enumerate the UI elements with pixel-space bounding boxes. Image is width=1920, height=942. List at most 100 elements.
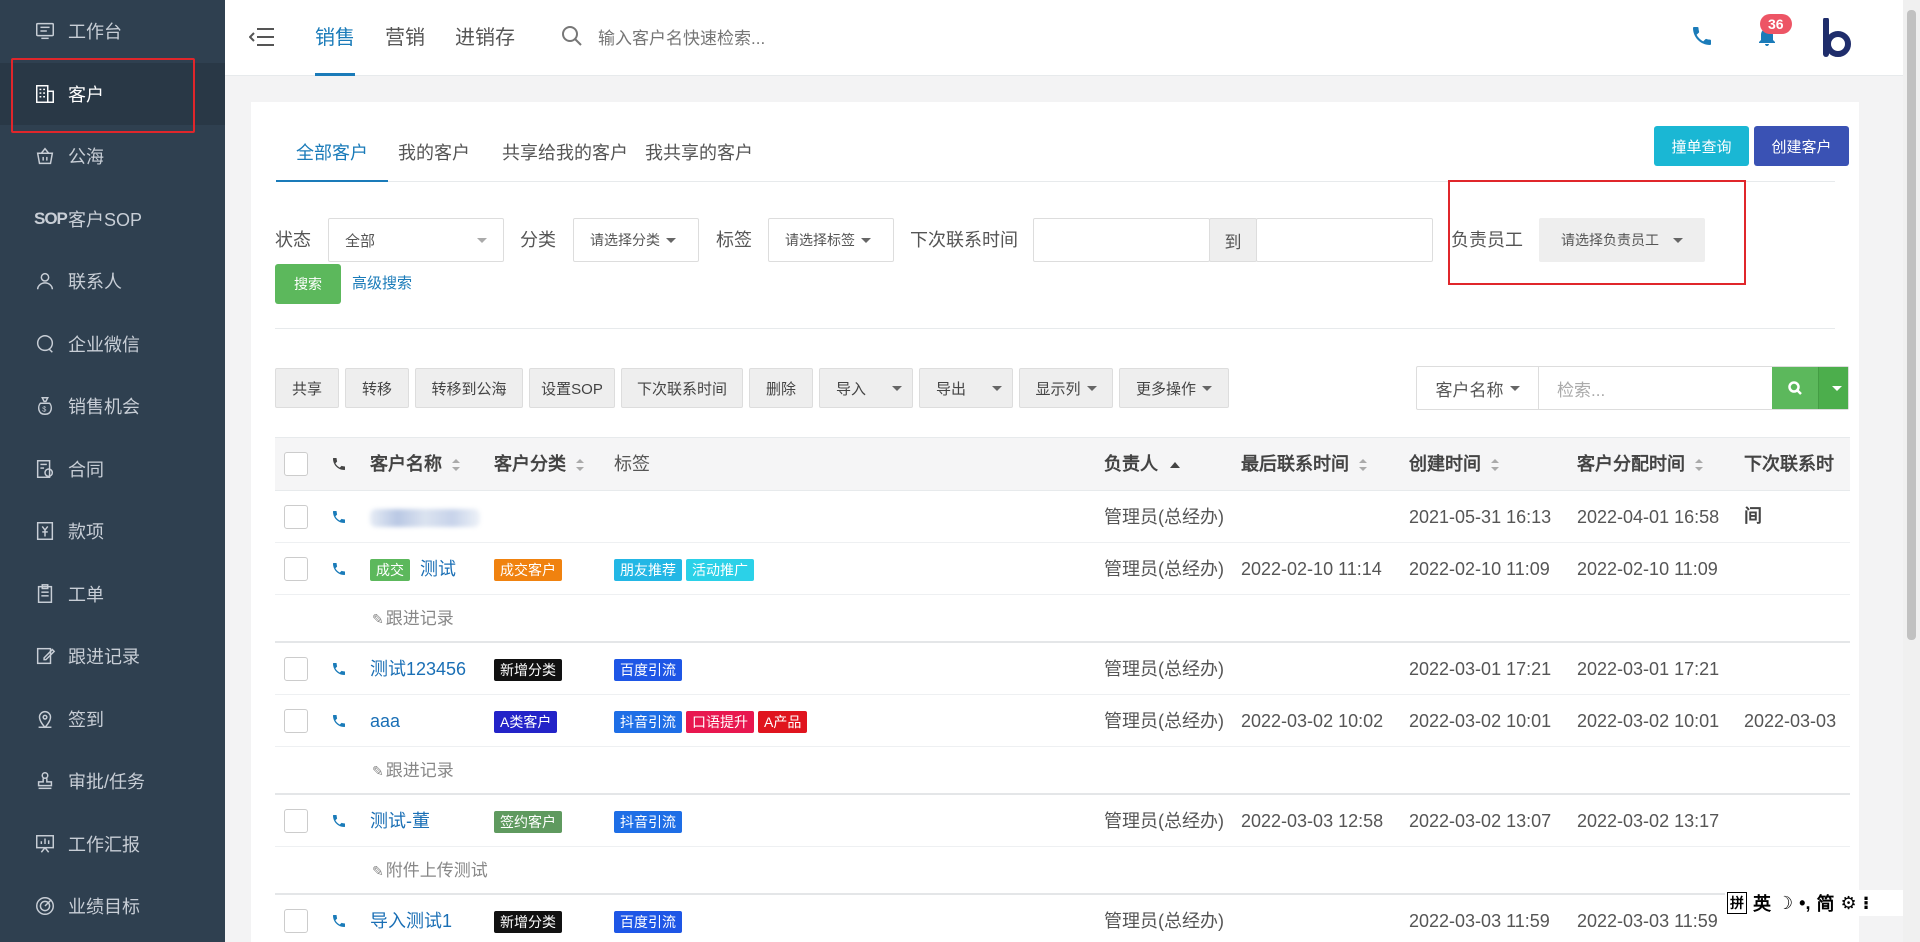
sidebar-item[interactable]: 工单 [0, 563, 225, 626]
sidebar-item[interactable]: 公海 [0, 125, 225, 188]
status-select[interactable]: 全部 [328, 218, 504, 262]
set-sop-button[interactable]: 设置SOP [529, 368, 615, 408]
ime-item[interactable]: 英 [1753, 890, 1771, 916]
import-button[interactable]: 导入 [819, 368, 913, 408]
phone-icon[interactable] [331, 713, 347, 729]
row-checkbox[interactable] [284, 557, 308, 581]
phone-icon[interactable] [331, 561, 347, 577]
follow-up-text[interactable]: ✎ 附件上传测试 [372, 847, 488, 895]
ime-item[interactable]: 拼 [1727, 892, 1747, 914]
row-checkbox[interactable] [284, 505, 308, 529]
more-actions-button[interactable]: 更多操作 [1119, 368, 1229, 408]
col-owner[interactable]: 负责人 [1104, 438, 1180, 490]
punctuation-icon[interactable]: •, [1799, 893, 1810, 914]
next-contact-start-input[interactable] [1033, 218, 1210, 262]
sidebar-item[interactable]: 签到 [0, 688, 225, 751]
phone-icon[interactable] [1690, 24, 1714, 53]
col-created[interactable]: 创建时间 [1409, 438, 1499, 490]
table-row[interactable]: 测试-董 签约客户 抖音引流 管理员(总经办) 2022-03-03 12:58 2022… [275, 795, 1850, 847]
top-tab-sales[interactable]: 销售 [315, 0, 355, 76]
tag-select[interactable]: 请选择标签 [768, 218, 894, 262]
top-search [560, 24, 898, 53]
search-field-select[interactable]: 客户名称 [1417, 367, 1539, 409]
move-to-pool-button[interactable]: 转移到公海 [415, 368, 523, 408]
sidebar-item[interactable]: $ 销售机会 [0, 375, 225, 438]
phone-icon[interactable] [331, 509, 347, 525]
gear-icon[interactable]: ⚙ [1840, 893, 1856, 914]
export-button[interactable]: 导出 [919, 368, 1013, 408]
table-row[interactable]: aaa A类客户 抖音引流 口语提升 A产品 管理员(总经办) 2022-03-02 10:… [275, 695, 1850, 747]
more-icon[interactable]: ⁝ [1863, 893, 1870, 914]
transfer-button[interactable]: 转移 [345, 368, 409, 408]
top-tab-marketing[interactable]: 营销 [385, 0, 425, 76]
phone-icon[interactable] [331, 913, 347, 929]
tab-all-customers[interactable]: 全部客户 [276, 128, 388, 182]
table-row[interactable]: 导入测试1 新增分类 百度引流 管理员(总经办) 2022-03-03 11:59 202… [275, 895, 1850, 942]
customer-name-link[interactable]: aaa [370, 711, 400, 731]
tab-my-customers[interactable]: 我的客户 [398, 128, 470, 182]
sidebar-item[interactable]: 联系人 [0, 250, 225, 313]
row-checkbox[interactable] [284, 709, 308, 733]
search-button[interactable]: 搜索 [275, 264, 341, 304]
search-options-dropdown[interactable] [1818, 367, 1848, 409]
sidebar-item[interactable]: 工作台 [0, 0, 225, 63]
col-customer-name[interactable]: 客户名称 [370, 438, 460, 490]
tab-shared-by-me[interactable]: 我共享的客户 [645, 128, 753, 182]
top-search-input[interactable] [598, 28, 898, 49]
customer-name-link[interactable]: 测试 [420, 559, 456, 579]
follow-up-row: ✎ 附件上传测试 [275, 847, 1850, 895]
category-select[interactable]: 请选择分类 [573, 218, 699, 262]
advanced-search-link[interactable]: 高级搜索 [352, 272, 412, 293]
sidebar-item-label: 合同 [68, 459, 104, 480]
customer-name-link[interactable]: 测试-董 [370, 811, 430, 831]
customer-name-link[interactable]: 测试123456 [370, 659, 466, 679]
table-search-input[interactable]: 检索... [1539, 367, 1772, 409]
sort-icon [576, 459, 584, 472]
next-contact-button[interactable]: 下次联系时间 [621, 368, 743, 408]
create-customer-button[interactable]: 创建客户 [1754, 126, 1849, 166]
select-all-checkbox[interactable] [284, 452, 308, 476]
row-checkbox[interactable] [284, 809, 308, 833]
tag-badge: 朋友推荐 [614, 559, 682, 582]
menu-toggle-icon[interactable] [248, 26, 275, 48]
table-header: 客户名称 客户分类 标签 负责人 最后联系时间 创建时间 客户分配时间 下次联系… [275, 437, 1850, 526]
ime-item[interactable]: 简 [1816, 890, 1834, 916]
sidebar-item[interactable]: 企业微信 [0, 313, 225, 376]
moon-icon[interactable]: ☽ [1777, 893, 1793, 914]
tab-shared-to-me[interactable]: 共享给我的客户 [502, 128, 628, 182]
table-row[interactable]: 管理员(总经办) 2021-05-31 16:13 2022-04-01 16:58 [275, 491, 1850, 543]
phone-icon[interactable] [331, 661, 347, 677]
sidebar-item[interactable]: 客户 [0, 62, 225, 125]
sidebar-item[interactable]: 业绩目标 [0, 875, 225, 938]
phone-icon[interactable] [331, 813, 347, 829]
owner-select[interactable]: 请选择负责员工 [1539, 218, 1705, 262]
table-search-button[interactable] [1772, 367, 1818, 409]
col-assigned[interactable]: 客户分配时间 [1577, 438, 1703, 490]
chevron-down-icon [1673, 237, 1683, 243]
follow-up-text[interactable]: ✎ 跟进记录 [372, 747, 454, 795]
page-scrollbar[interactable] [1903, 0, 1920, 942]
ime-toolbar[interactable]: 拼 英 ☽ •, 简 ⚙ ⁝ [1725, 890, 1903, 916]
sidebar-item[interactable]: SOP 客户SOP [0, 188, 225, 251]
sidebar-item[interactable]: 跟进记录 [0, 625, 225, 688]
col-category[interactable]: 客户分类 [494, 438, 584, 490]
row-checkbox[interactable] [284, 657, 308, 681]
delete-button[interactable]: 删除 [749, 368, 813, 408]
row-checkbox[interactable] [284, 909, 308, 933]
share-button[interactable]: 共享 [275, 368, 339, 408]
sidebar-item-label: 客户 [68, 84, 104, 105]
sidebar-item[interactable]: 合同 [0, 438, 225, 501]
duplicate-check-button[interactable]: 撞单查询 [1654, 126, 1749, 166]
table-row[interactable]: 测试123456 新增分类 百度引流 管理员(总经办) 2022-03-01 17:21… [275, 643, 1850, 695]
next-contact-end-input[interactable] [1256, 218, 1433, 262]
sidebar-item[interactable]: 审批/任务 [0, 750, 225, 813]
table-row[interactable]: 成交 测试 成交客户 朋友推荐 活动推广 管理员(总经办) 2022-02-10 11:14… [275, 543, 1850, 595]
sidebar-item[interactable]: 工作汇报 [0, 813, 225, 876]
customer-name-cell: 测试123456 [370, 643, 466, 695]
follow-up-text[interactable]: ✎ 跟进记录 [372, 595, 454, 643]
col-last-contact[interactable]: 最后联系时间 [1241, 438, 1367, 490]
sidebar-item[interactable]: 款项 [0, 500, 225, 563]
show-columns-button[interactable]: 显示列 [1019, 368, 1113, 408]
customer-name-link[interactable]: 导入测试1 [370, 911, 452, 931]
top-tab-inventory[interactable]: 进销存 [455, 0, 515, 76]
